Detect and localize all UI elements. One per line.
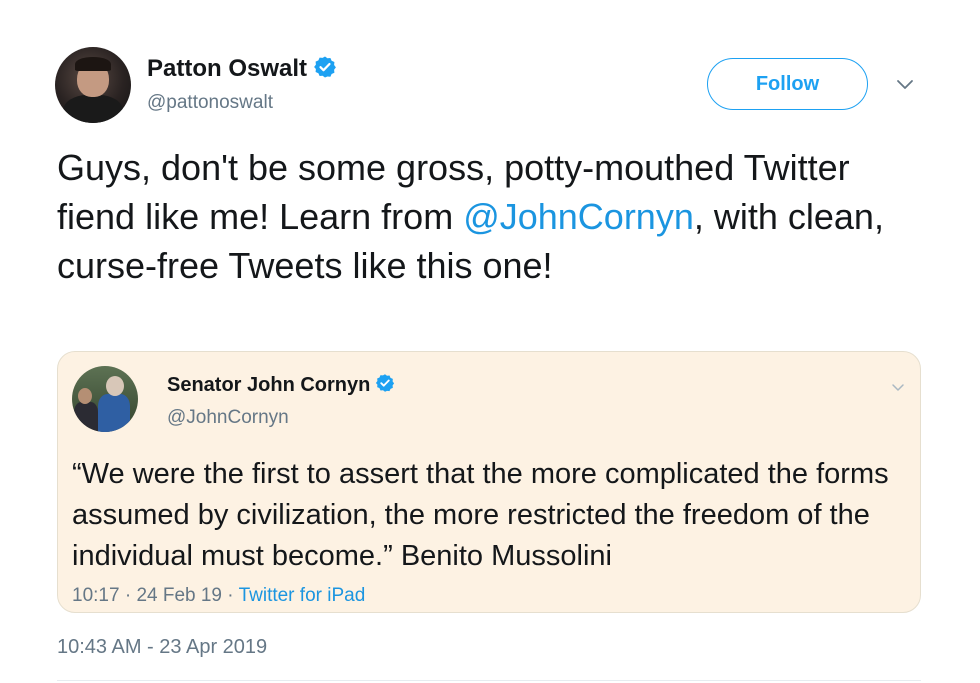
quoted-author-name-text[interactable]: Senator John Cornyn: [167, 374, 370, 396]
meta-separator: ·: [119, 585, 137, 606]
chevron-down-icon[interactable]: [891, 380, 905, 398]
author-name-text[interactable]: Patton Oswalt: [147, 55, 307, 82]
tweet-timestamp[interactable]: 10:43 AM - 23 Apr 2019: [57, 636, 267, 659]
author-name[interactable]: Patton Oswalt: [147, 55, 337, 86]
verified-badge-icon: [313, 55, 337, 86]
quoted-author-handle[interactable]: @JohnCornyn: [167, 407, 289, 429]
author-avatar[interactable]: [55, 47, 131, 123]
author-handle[interactable]: @pattonoswalt: [147, 92, 273, 114]
quoted-tweet-text: “We were the first to assert that the mo…: [72, 458, 889, 572]
meta-separator: ·: [222, 585, 239, 606]
divider: [57, 680, 921, 681]
follow-button[interactable]: Follow: [707, 58, 868, 110]
tweet-card: Patton Oswalt @pattonoswalt Follow Guys,…: [0, 0, 980, 683]
chevron-down-icon[interactable]: [896, 78, 914, 96]
verified-badge-icon: [375, 373, 395, 399]
mention-link[interactable]: @JohnCornyn: [463, 196, 694, 237]
quoted-tweet-meta: 10:17 · 24 Feb 19 · Twitter for iPad: [72, 585, 365, 607]
quoted-author-name[interactable]: Senator John Cornyn: [167, 373, 395, 399]
quoted-tweet-date: 24 Feb 19: [136, 585, 223, 606]
quoted-tweet-time: 10:17: [72, 585, 120, 606]
quoted-author-avatar[interactable]: [72, 366, 138, 432]
tweet-text: Guys, don't be some gross, potty-mouthed…: [57, 143, 937, 290]
quoted-tweet[interactable]: Senator John Cornyn @JohnCornyn “We were…: [57, 351, 921, 613]
quoted-tweet-source-link[interactable]: Twitter for iPad: [239, 585, 366, 606]
